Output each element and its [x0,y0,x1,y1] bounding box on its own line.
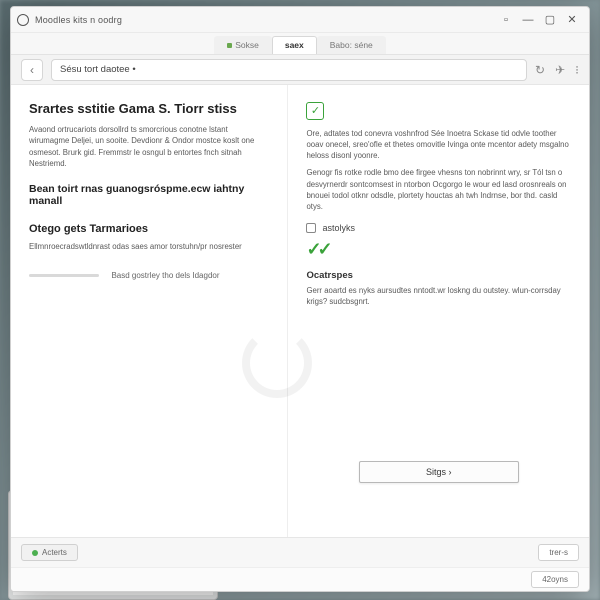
tab-2-label: Babo: séne [330,40,373,50]
tab-0[interactable]: Sokse [214,36,272,54]
subfooter-bar: 42oyns [11,567,589,591]
spinner-icon [242,328,288,398]
footer-right-label: trer-s [549,548,568,557]
content-area: Srartes sstitie Gama S. Tiorr stiss Avao… [11,85,589,537]
footer-left-label: Acterts [42,548,67,557]
checkbox-row[interactable]: astolyks [306,223,571,233]
page-heading: Srartes sstitie Gama S. Tiorr stiss [29,101,269,116]
left-subheading-1: Bean toirt rnas guanogsróspme.ecw iahtny… [29,183,269,207]
right-paragraph-2: Genogr fis rotke rodle bmo dee firgee vh… [306,167,571,212]
double-check-icon: ✓✓ [306,239,571,260]
right-paragraph-1: Ore, adtates tod conevra voshnfrod Sée I… [306,128,571,162]
check-icon: ✓ [311,104,320,117]
checkbox-icon[interactable] [306,223,316,233]
status-badge: ✓ [306,102,324,120]
progress-label: Basd gostrley tho dels Idagdor [111,271,219,280]
back-button[interactable]: ‹ [21,59,43,81]
window-close-button[interactable]: ✕ [561,11,583,29]
primary-action-button[interactable]: Sitgs › [359,461,519,483]
indicator-icon [227,43,232,48]
dialog-window: Moodles kits n oodrg ▫ — ▢ ✕ Sokse saex … [10,6,590,592]
titlebar: Moodles kits n oodrg ▫ — ▢ ✕ [11,7,589,33]
checkbox-label: astolyks [322,223,355,233]
progress-row: Basd gostrley tho dels Idagdor [29,266,269,284]
tab-2[interactable]: Babo: séne [317,36,386,54]
window-extra-button[interactable]: ▫ [495,11,517,29]
left-paragraph-1: Avaond ortrucariots dorsollrd ts smorcri… [29,124,269,169]
app-icon [17,14,29,26]
right-paragraph-3: Gerr aoartd es nyks aursudtes nntodt.wr … [306,285,571,308]
left-subheading-2: Otego gets Tarmarioes [29,223,269,235]
kebab-menu-icon[interactable]: ⁝ [575,63,579,77]
footer-left-pill[interactable]: Acterts [21,544,78,561]
window-minimize-button[interactable]: — [517,11,539,29]
status-dot-icon [32,550,38,556]
left-paragraph-2: Ellmnroecradswtldnrast odas saes amor to… [29,241,269,252]
tab-1-label: saex [285,40,304,50]
footer-right-pill[interactable]: trer-s [538,544,579,561]
address-bar: ‹ Sésu tort daotee • ↻ ✈ ⁝ [11,55,589,85]
address-value: Sésu tort daotee • [60,64,136,75]
address-field[interactable]: Sésu tort daotee • [51,59,527,81]
window-maximize-button[interactable]: ▢ [539,11,561,29]
tab-0-label: Sokse [235,40,259,50]
tab-strip: Sokse saex Babo: séne [11,33,589,55]
right-column: ✓ Ore, adtates tod conevra voshnfrod Sée… [288,85,589,537]
primary-action-label: Sitgs › [426,467,452,477]
send-icon[interactable]: ✈ [555,63,565,77]
refresh-icon[interactable]: ↻ [535,63,545,77]
right-section-heading: Ocatrspes [306,270,571,281]
footer-bar: Acterts trer-s [11,537,589,567]
tab-1[interactable]: saex [272,36,317,54]
subfooter-label: 42oyns [542,575,568,584]
subfooter-pill[interactable]: 42oyns [531,571,579,588]
left-column: Srartes sstitie Gama S. Tiorr stiss Avao… [11,85,288,537]
window-title: Moodles kits n oodrg [35,15,122,25]
progress-bar [29,274,99,277]
